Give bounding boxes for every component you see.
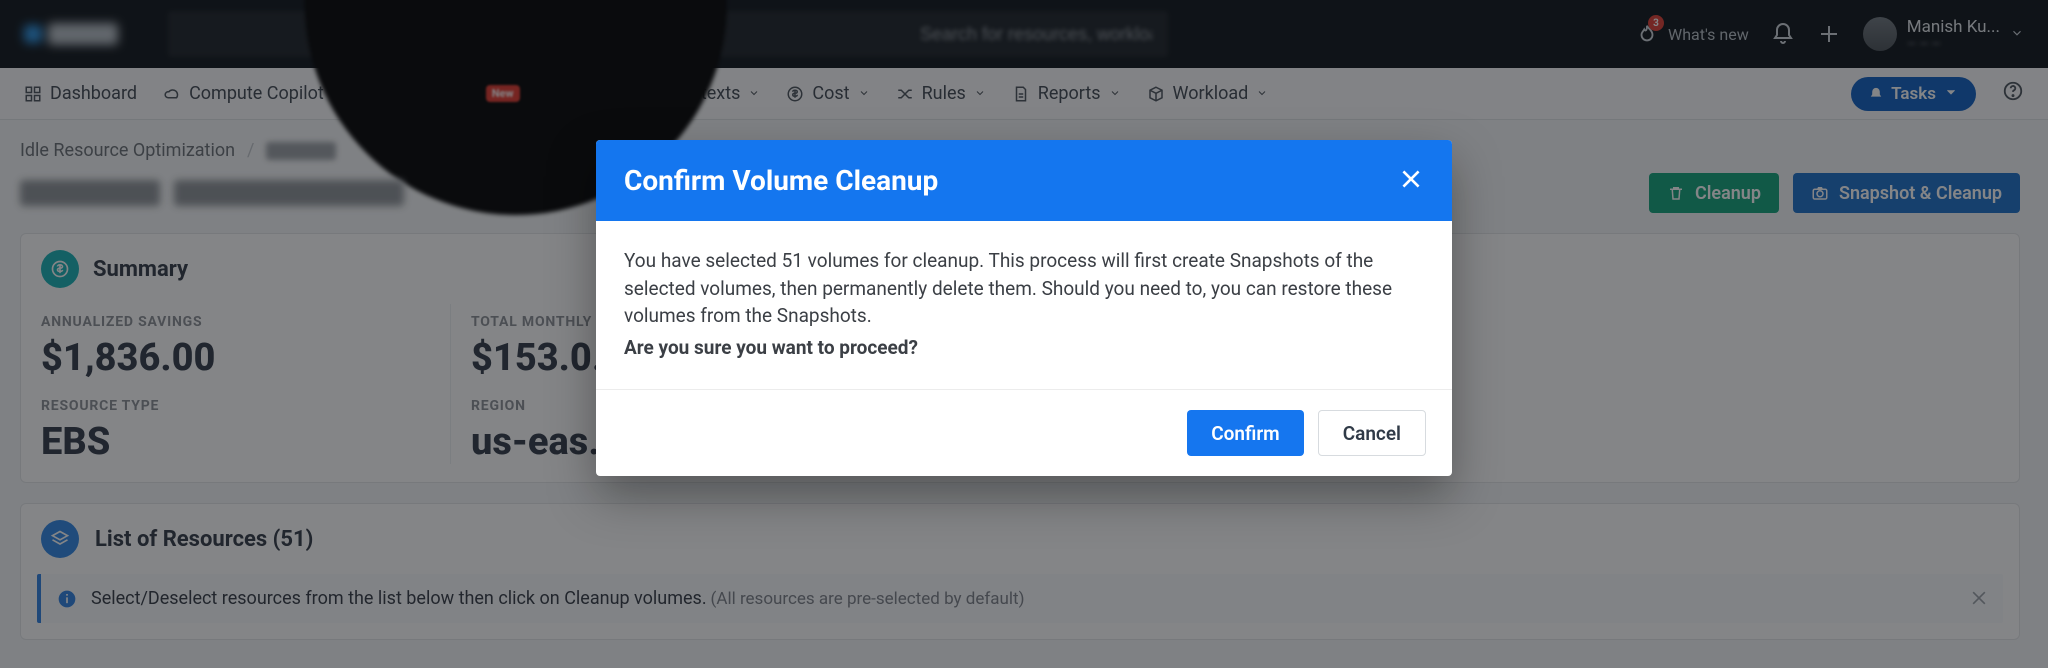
modal-header: Confirm Volume Cleanup	[596, 140, 1452, 221]
modal-body: You have selected 51 volumes for cleanup…	[596, 221, 1452, 390]
modal-footer: Confirm Cancel	[596, 390, 1452, 476]
modal-close-button[interactable]	[1398, 166, 1424, 196]
confirm-cleanup-modal: Confirm Volume Cleanup You have selected…	[596, 140, 1452, 476]
modal-overlay: Confirm Volume Cleanup You have selected…	[0, 0, 2048, 668]
modal-confirm-question: Are you sure you want to proceed?	[624, 334, 1424, 362]
modal-title: Confirm Volume Cleanup	[624, 164, 938, 197]
modal-body-text: You have selected 51 volumes for cleanup…	[624, 249, 1392, 327]
confirm-button[interactable]: Confirm	[1187, 410, 1303, 456]
close-icon	[1398, 166, 1424, 192]
cancel-button[interactable]: Cancel	[1318, 410, 1426, 456]
